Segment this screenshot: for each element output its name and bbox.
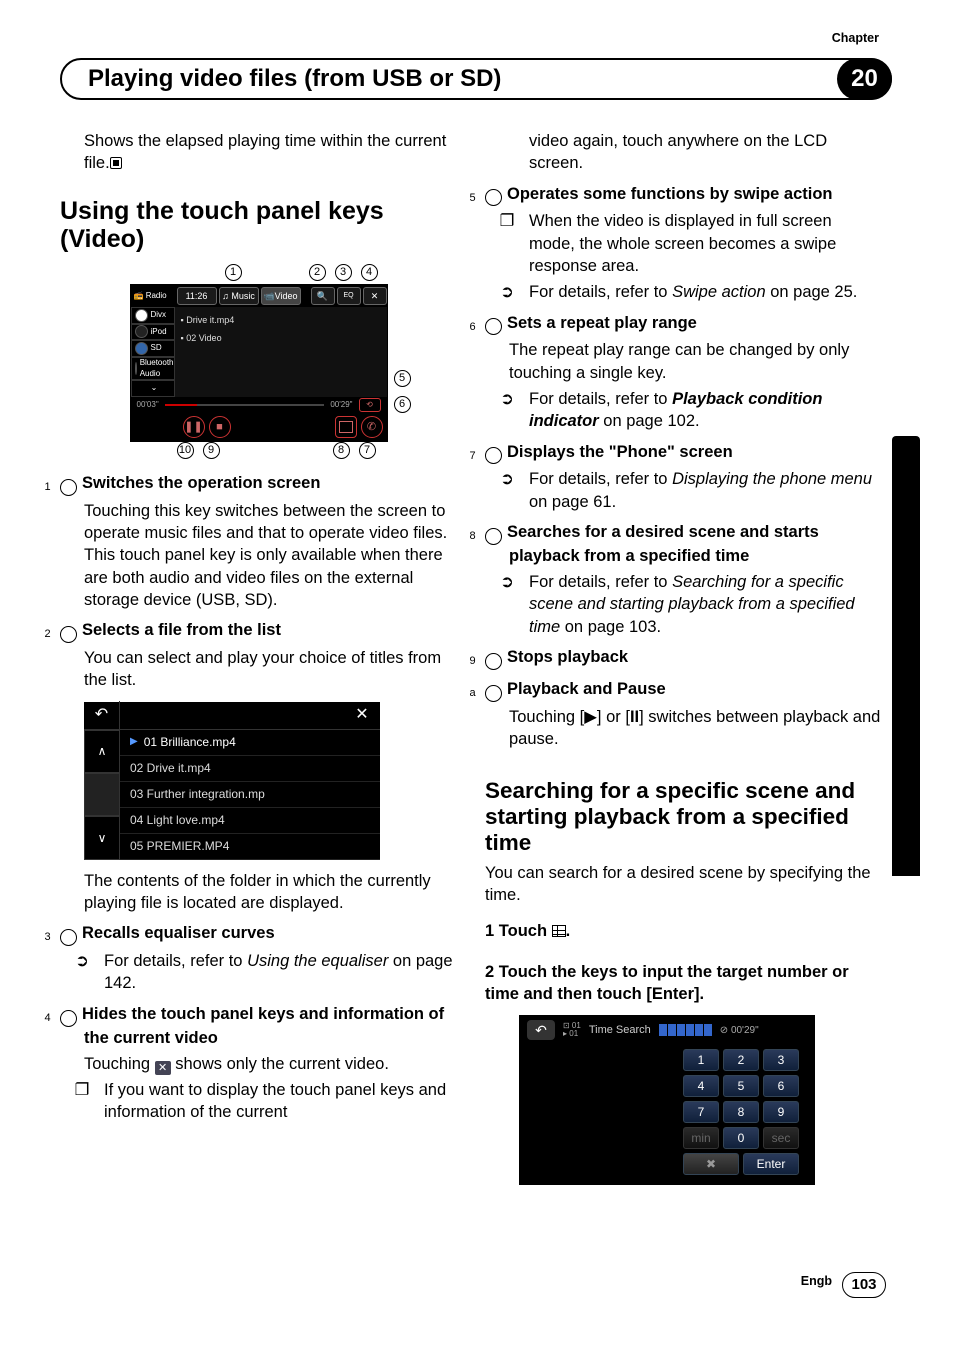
item-5-ref: ➲For details, refer to Swipe action on p… (485, 281, 882, 303)
filelist-figure: ↶ ✕ ∧ ∨ ▶01 Brilliance.mp4 02 Drive it.m… (84, 702, 380, 860)
item-8-ref: ➲For details, refer to Searching for a s… (485, 571, 882, 638)
step-2: 2 Touch the keys to input the target num… (485, 961, 882, 1006)
item-5-head: 5Operates some functions by swipe action (485, 183, 882, 207)
item-1-body: Touching this key switches between the s… (60, 500, 457, 611)
end-of-section-icon (110, 157, 122, 169)
callout-8: 8 (333, 442, 350, 459)
stop-button: ■ (209, 416, 231, 438)
item-6-head: 6Sets a repeat play range (485, 312, 882, 336)
chapter-number-badge: 20 (837, 58, 892, 100)
footer-page: 103 (842, 1272, 886, 1298)
item-10-body: Touching [▶] or [II] switches between pl… (485, 706, 882, 751)
item-2-body: You can select and play your choice of t… (60, 647, 457, 692)
video-ui-figure: 1 2 3 4 📻 Radio 11:26 ♫ Music 📹 Video 🔍 … (111, 264, 407, 464)
chapter-title: Playing video files (from USB or SD) (88, 63, 501, 95)
keypad-icon (552, 925, 566, 937)
callout-2: 2 (309, 264, 326, 281)
item-9-head: 9Stops playback (485, 646, 882, 670)
back-icon: ↶ (527, 1020, 555, 1040)
item-4-line1: Touching ✕ shows only the current video. (60, 1053, 457, 1075)
section-heading: Using the touch panel keys (Video) (60, 197, 457, 255)
chapter-label: Chapter (832, 30, 879, 47)
item-3-head: 3Recalls equaliser curves (60, 922, 457, 946)
item-5-bullet: ❐When the video is displayed in full scr… (485, 210, 882, 277)
search-icon: 🔍 (311, 287, 335, 305)
close-icon: ✕ (344, 704, 380, 726)
enter-key: Enter (743, 1153, 799, 1175)
back-icon: ↶ (84, 701, 120, 729)
callout-1: 1 (225, 264, 242, 281)
keypad-figure: ↶ ⊡ 01▸ 01 Time Search ⊘ 00'29" 123 456 … (519, 1015, 815, 1185)
callout-5: 5 (394, 370, 411, 387)
left-column: Shows the elapsed playing time within th… (60, 130, 457, 1262)
item-6-ref: ➲For details, refer to Playback conditio… (485, 388, 882, 433)
footer-lang: Engb (801, 1273, 832, 1290)
callout-10: 10 (177, 442, 194, 459)
item-4-line2: ❐If you want to display the touch panel … (60, 1079, 457, 1124)
hide-x-icon: ✕ (155, 1061, 171, 1075)
pause-button: ❚❚ (183, 416, 205, 438)
eq-icon: EQ (337, 287, 361, 305)
intro-text: Shows the elapsed playing time within th… (60, 130, 457, 175)
item-4-cont: video again, touch anywhere on the LCD s… (485, 130, 882, 175)
filelist-caption: The contents of the folder in which the … (60, 870, 457, 915)
item-4-head: 4Hides the touch panel keys and informat… (60, 1003, 457, 1049)
scroll-down-icon: ∨ (84, 816, 120, 859)
item-7-head: 7Displays the "Phone" screen (485, 441, 882, 465)
repeat-icon: ⟲ (359, 398, 381, 412)
callout-7: 7 (359, 442, 376, 459)
side-tab-label: Playing video files (from USB or SD) (892, 450, 916, 850)
ui-video-tab: 📹 Video (261, 287, 301, 305)
cancel-key: ✖ (683, 1153, 739, 1175)
ui-time-chip: 11:26 (177, 287, 217, 305)
item-1-head: 1Switches the operation screen (60, 472, 457, 496)
item-3-ref: ➲For details, refer to Using the equalis… (60, 950, 457, 995)
callout-3: 3 (335, 264, 352, 281)
right-column: video again, touch anywhere on the LCD s… (485, 130, 882, 1262)
chapter-banner: Playing video files (from USB or SD) 20 (60, 58, 892, 100)
scroll-up-icon: ∧ (84, 730, 120, 773)
callout-6: 6 (394, 396, 411, 413)
item-6-body: The repeat play range can be changed by … (485, 339, 882, 384)
close-icon: ✕ (363, 287, 387, 305)
step-1: 1 Touch . (485, 920, 882, 942)
subsection-body: You can search for a desired scene by sp… (485, 862, 882, 907)
item-10-head: aPlayback and Pause (485, 678, 882, 702)
callout-4: 4 (361, 264, 378, 281)
item-8-head: 8Searches for a desired scene and starts… (485, 521, 882, 567)
subsection-heading: Searching for a specific scene and start… (485, 778, 882, 856)
ui-music-tab: ♫ Music (219, 287, 259, 305)
keypad-button (335, 416, 357, 438)
item-2-head: 2Selects a file from the list (60, 619, 457, 643)
callout-9: 9 (203, 442, 220, 459)
item-7-ref: ➲For details, refer to Displaying the ph… (485, 468, 882, 513)
phone-button: ✆ (361, 416, 383, 438)
